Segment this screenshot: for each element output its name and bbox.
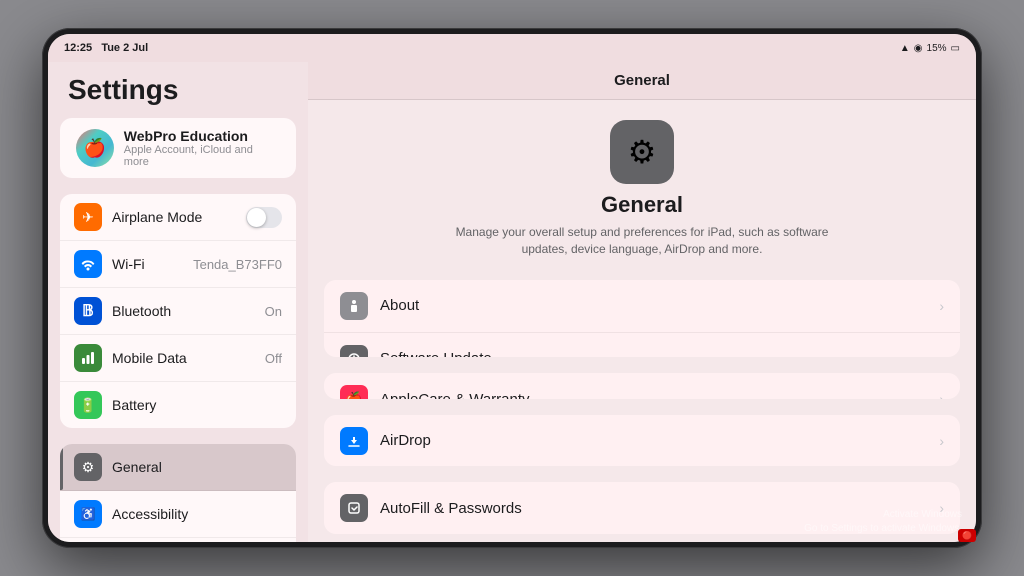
- account-info: WebPro Education Apple Account, iCloud a…: [124, 128, 280, 168]
- sidebar-item-battery[interactable]: 🔋 Battery: [60, 382, 296, 428]
- sidebar-item-accessibility[interactable]: ♿ Accessibility: [60, 491, 296, 538]
- corner-badge: 🔴: [958, 529, 976, 542]
- battery-icon: ▭: [951, 43, 960, 54]
- softwareupdate-chevron: ›: [939, 351, 944, 358]
- battery-indicator: 15%: [927, 43, 947, 54]
- sidebar-item-wifi[interactable]: Wi-Fi Tenda_B73FF0: [60, 241, 296, 288]
- account-name: WebPro Education: [124, 128, 280, 144]
- detail-section-3: AirDrop › AirPlay & Continuity ›: [324, 415, 960, 467]
- detail-section-2: 🍎 AppleCare & Warranty ›: [324, 373, 960, 399]
- account-subtitle: Apple Account, iCloud and more: [124, 144, 280, 168]
- ipad-screen: 12:25 Tue 2 Jul ▲ ◉ 15% ▭ Settings 🍎: [48, 34, 976, 542]
- sidebar: Settings 🍎 WebPro Education Apple Accoun…: [48, 62, 308, 542]
- ipad-frame: 12:25 Tue 2 Jul ▲ ◉ 15% ▭ Settings 🍎: [42, 28, 982, 548]
- detail-header-description: Manage your overall setup and preference…: [452, 224, 832, 258]
- avatar: 🍎: [76, 129, 114, 167]
- sidebar-divider-1: [48, 182, 308, 190]
- mobiledata-value: Off: [265, 351, 282, 366]
- about-icon: [340, 292, 368, 320]
- status-icons: ▲ ◉ 15% ▭: [900, 43, 960, 54]
- account-row[interactable]: 🍎 WebPro Education Apple Account, iCloud…: [60, 118, 296, 178]
- detail-header-title: General: [601, 192, 683, 218]
- detail-row-applecare[interactable]: 🍎 AppleCare & Warranty ›: [324, 373, 960, 399]
- sidebar-item-general[interactable]: ⚙ General: [60, 444, 296, 491]
- mobiledata-label: Mobile Data: [112, 350, 255, 366]
- airdrop-chevron: ›: [939, 433, 944, 449]
- sidebar-divider-2: [48, 432, 308, 440]
- airplane-icon: ✈: [74, 203, 102, 231]
- accessibility-icon: ♿: [74, 500, 102, 528]
- accessibility-label: Accessibility: [112, 506, 282, 522]
- signal-icon: ◉: [914, 43, 923, 54]
- detail-header-icon: ⚙: [610, 120, 674, 184]
- general-label: General: [112, 459, 282, 475]
- sidebar-item-applepencil[interactable]: ✏ Apple Pencil: [60, 538, 296, 542]
- wifi-label: Wi-Fi: [112, 256, 183, 272]
- applecare-icon: 🍎: [340, 385, 368, 399]
- wifi-icon: [74, 250, 102, 278]
- airplane-toggle[interactable]: [246, 207, 282, 228]
- airdrop-icon: [340, 427, 368, 455]
- detail-row-softwareupdate[interactable]: Software Update ›: [324, 333, 960, 358]
- about-label: About: [380, 297, 939, 314]
- detail-row-about[interactable]: About ›: [324, 280, 960, 333]
- softwareupdate-label: Software Update: [380, 350, 939, 357]
- applecare-chevron: ›: [939, 391, 944, 399]
- bluetooth-icon: 𝔹: [74, 297, 102, 325]
- battery-label: Battery: [112, 397, 282, 413]
- status-bar: 12:25 Tue 2 Jul ▲ ◉ 15% ▭: [48, 34, 976, 62]
- airdrop-label: AirDrop: [380, 432, 939, 449]
- applecare-label: AppleCare & Warranty: [380, 391, 939, 399]
- sidebar-item-mobiledata[interactable]: Mobile Data Off: [60, 335, 296, 382]
- wifi-value: Tenda_B73FF0: [193, 257, 282, 272]
- sidebar-item-bluetooth[interactable]: 𝔹 Bluetooth On: [60, 288, 296, 335]
- mobiledata-icon: [74, 344, 102, 372]
- main-content: Settings 🍎 WebPro Education Apple Accoun…: [48, 62, 976, 542]
- sidebar-item-airplane[interactable]: ✈ Airplane Mode: [60, 194, 296, 241]
- windows-watermark: Activate Windows Go to Settings to activ…: [804, 508, 962, 536]
- softwareupdate-icon: [340, 345, 368, 358]
- bluetooth-value: On: [265, 304, 282, 319]
- wifi-icon: ▲: [900, 43, 910, 54]
- detail-row-airdrop[interactable]: AirDrop ›: [324, 415, 960, 467]
- battery-icon: 🔋: [74, 391, 102, 419]
- detail-nav: General: [308, 62, 976, 100]
- sidebar-group-connectivity: ✈ Airplane Mode Wi-Fi Tenda_B73FF0: [60, 194, 296, 428]
- status-time: 12:25 Tue 2 Jul: [64, 42, 148, 54]
- detail-header: ⚙ General Manage your overall setup and …: [308, 100, 976, 272]
- sidebar-group-system: ⚙ General ♿ Accessibility ✏ Apple Pencil…: [60, 444, 296, 542]
- detail-panel: General ⚙ General Manage your overall se…: [308, 62, 976, 542]
- bluetooth-label: Bluetooth: [112, 303, 255, 319]
- detail-section-1: About › Software Update ›: [324, 280, 960, 358]
- settings-title: Settings: [48, 62, 308, 114]
- autofill-icon: [340, 494, 368, 522]
- about-chevron: ›: [939, 298, 944, 314]
- airplane-label: Airplane Mode: [112, 209, 236, 225]
- general-icon: ⚙: [74, 453, 102, 481]
- detail-nav-title: General: [614, 72, 670, 89]
